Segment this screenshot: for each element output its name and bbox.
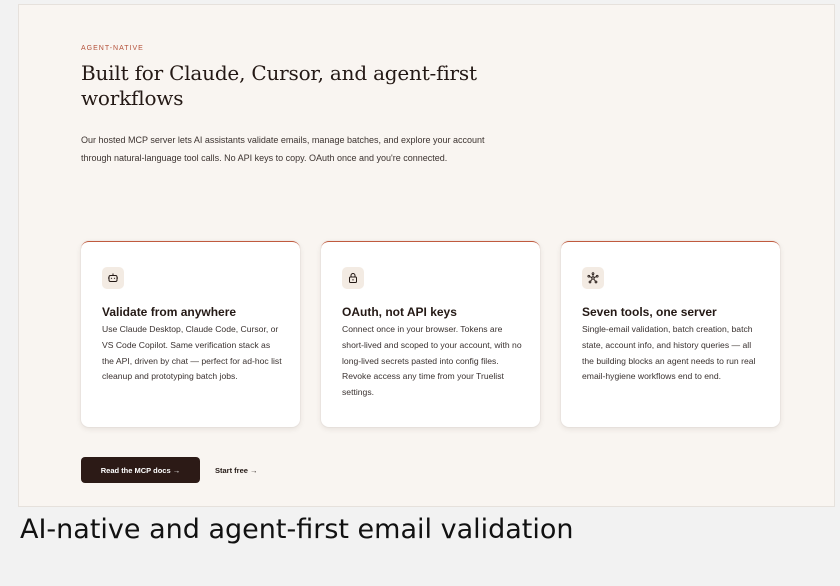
card-title: Seven tools, one server — [582, 305, 717, 319]
lock-icon — [342, 267, 364, 289]
feature-card-tools: Seven tools, one server Single-email val… — [561, 241, 780, 427]
section-eyebrow: AGENT-NATIVE — [81, 45, 144, 52]
card-body: Connect once in your browser. Tokens are… — [342, 324, 522, 398]
card-body: Single-email validation, batch creation,… — [582, 324, 756, 382]
feature-section: AGENT-NATIVE Built for Claude, Cursor, a… — [18, 4, 835, 507]
image-caption: AI-native and agent-first email validati… — [20, 514, 574, 545]
read-mcp-docs-button[interactable]: Read the MCP docs → — [81, 457, 200, 483]
network-icon — [582, 267, 604, 289]
card-body: Use Claude Desktop, Claude Code, Cursor,… — [102, 324, 282, 382]
section-intro: Our hosted MCP server lets AI assistants… — [81, 135, 485, 163]
robot-icon — [102, 267, 124, 289]
section-headline: Built for Claude, Cursor, and agent-firs… — [81, 61, 477, 110]
start-free-link[interactable]: Start free → — [215, 457, 258, 483]
card-title: Validate from anywhere — [102, 305, 237, 319]
feature-card-oauth: OAuth, not API keys Connect once in your… — [321, 241, 540, 427]
card-title: OAuth, not API keys — [342, 305, 457, 319]
feature-card-validate: Validate from anywhere Use Claude Deskto… — [81, 241, 300, 427]
